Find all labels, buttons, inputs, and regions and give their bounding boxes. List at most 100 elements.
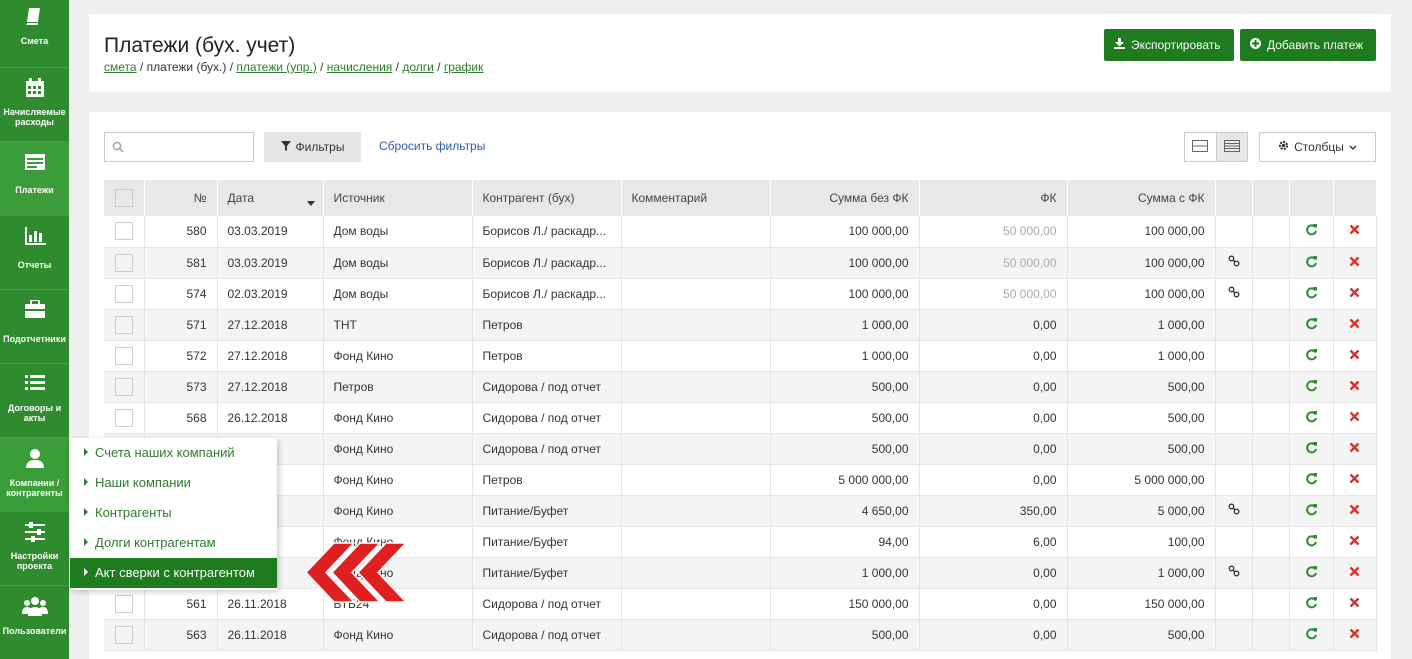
cell-source: Петров — [323, 371, 473, 403]
delete-icon[interactable] — [1349, 504, 1360, 518]
column-header-comment[interactable]: Комментарий — [621, 180, 771, 216]
columns-button[interactable]: Столбцы — [1259, 132, 1376, 162]
table-row[interactable]: 571 27.12.2018 ТНТ Петров 1 000,00 0,00 1 000,… — [104, 309, 1377, 341]
row-checkbox[interactable] — [104, 340, 145, 372]
breadcrumb-link-dolgi[interactable]: долги — [402, 60, 434, 74]
link-icon[interactable] — [1228, 565, 1240, 580]
submenu-item-accounts[interactable]: Счета наших компаний — [70, 438, 277, 468]
delete-icon[interactable] — [1349, 224, 1360, 238]
delete-icon[interactable] — [1349, 349, 1360, 363]
submenu-item-counterparties[interactable]: Контрагенты — [70, 498, 277, 528]
delete-icon[interactable] — [1349, 380, 1360, 394]
row-checkbox[interactable] — [104, 247, 145, 279]
sidebar-item-platezhi[interactable]: Платежи — [0, 142, 69, 216]
refresh-icon[interactable] — [1305, 317, 1318, 333]
refresh-icon[interactable] — [1305, 503, 1318, 519]
refresh-icon[interactable] — [1305, 348, 1318, 364]
table-row[interactable]: 580 03.03.2019 Дом воды Борисов Л./ раскадр… — [104, 216, 1377, 248]
row-checkbox[interactable] — [104, 371, 145, 403]
sidebar-item-otchety[interactable]: Отчеты — [0, 216, 69, 290]
refresh-icon[interactable] — [1305, 534, 1318, 550]
table-row[interactable]: 572 27.12.2018 Фонд Кино Петров 1 000,00 0,00… — [104, 340, 1377, 372]
row-checkbox[interactable] — [104, 588, 145, 620]
cell-counterparty: Сидорова / под отчет — [472, 619, 622, 651]
column-header-fk[interactable]: ФК — [919, 180, 1068, 216]
sidebar-item-nastroyki[interactable]: Настройки проекта — [0, 512, 69, 586]
refresh-icon[interactable] — [1305, 224, 1318, 239]
breadcrumb-link-smeta[interactable]: смета — [104, 60, 137, 74]
column-header-counterparty[interactable]: Контрагент (бух) — [472, 180, 622, 216]
refresh-icon[interactable] — [1305, 379, 1318, 395]
table-row[interactable]: 568 26.12.2018 Фонд Кино Сидорова / под отч… — [104, 402, 1377, 434]
cell-link[interactable] — [1215, 495, 1253, 527]
cell-delete — [1333, 619, 1377, 651]
delete-icon[interactable] — [1349, 318, 1360, 332]
refresh-icon[interactable] — [1305, 565, 1318, 581]
row-checkbox[interactable] — [104, 619, 145, 651]
search-input[interactable] — [104, 132, 254, 162]
submenu-item-reconciliation[interactable]: Акт сверки с контрагентом — [70, 558, 277, 588]
refresh-icon[interactable] — [1305, 441, 1318, 457]
row-checkbox[interactable] — [104, 402, 145, 434]
table-row[interactable]: 18Фонд КиноПитание/Буфет4 650,00350,005 … — [104, 495, 1377, 527]
breadcrumb-link-nachisleniya[interactable]: начисления — [327, 60, 393, 74]
delete-icon[interactable] — [1349, 287, 1360, 301]
delete-icon[interactable] — [1349, 442, 1360, 456]
table-row[interactable]: 18Фонд КиноСидорова / под отчет500,000,0… — [104, 433, 1377, 465]
delete-icon[interactable] — [1349, 256, 1360, 270]
sidebar-item-kompanii[interactable]: Компании / контрагенты — [0, 438, 69, 512]
cell-fk: 0,00 — [919, 588, 1068, 620]
column-header-date[interactable]: Дата — [217, 180, 324, 216]
table-row[interactable]: 573 27.12.2018 Петров Сидорова / под отчет 5… — [104, 371, 1377, 403]
cell-link[interactable] — [1215, 278, 1253, 310]
breadcrumb-link-grafik[interactable]: график — [444, 60, 484, 74]
table-row[interactable]: 574 02.03.2019 Дом воды Борисов Л./ раскадр… — [104, 278, 1377, 310]
table-row[interactable]: 18Фонд КиноПетров5 000 000,000,005 000 0… — [104, 464, 1377, 496]
sidebar-item-smeta[interactable]: Смета — [0, 0, 69, 68]
refresh-icon[interactable] — [1305, 255, 1318, 271]
link-icon[interactable] — [1228, 503, 1240, 518]
delete-icon[interactable] — [1349, 473, 1360, 487]
table-row[interactable]: 18Фонд КиноПитание/Буфет94,006,00100,00 — [104, 526, 1377, 558]
refresh-icon[interactable] — [1305, 286, 1318, 302]
delete-icon[interactable] — [1349, 566, 1360, 580]
refresh-icon[interactable] — [1305, 472, 1318, 488]
select-all-checkbox[interactable] — [104, 180, 145, 216]
view-compact-button[interactable] — [1185, 133, 1216, 161]
table-row[interactable]: 581 03.03.2019 Дом воды Борисов Л./ раскадр… — [104, 247, 1377, 279]
reset-filters-link[interactable]: Сбросить фильтры — [379, 139, 485, 153]
cell-empty — [1252, 588, 1290, 620]
row-checkbox[interactable] — [104, 309, 145, 341]
row-checkbox[interactable] — [104, 278, 145, 310]
table-row[interactable]: 561 26.11.2018 ВТБ24 Сидорова / под отчет 15… — [104, 588, 1377, 620]
cell-link[interactable] — [1215, 247, 1253, 279]
column-header-source[interactable]: Источник — [323, 180, 473, 216]
column-header-number[interactable]: № — [144, 180, 218, 216]
filters-button[interactable]: Фильтры — [264, 132, 361, 162]
add-payment-button[interactable]: Добавить платеж — [1240, 29, 1376, 61]
refresh-icon[interactable] — [1305, 410, 1318, 426]
refresh-icon[interactable] — [1305, 596, 1318, 612]
sidebar-item-polzovateli[interactable]: Пользователи — [0, 586, 69, 659]
submenu-item-debts[interactable]: Долги контрагентам — [70, 528, 277, 558]
refresh-icon[interactable] — [1305, 627, 1318, 643]
row-checkbox[interactable] — [104, 216, 145, 248]
column-header-sum-without-fk[interactable]: Сумма без ФК — [770, 180, 920, 216]
submenu-item-our-companies[interactable]: Наши компании — [70, 468, 277, 498]
sidebar-item-nachislyaemye[interactable]: Начисляемые расходы — [0, 68, 69, 142]
delete-icon[interactable] — [1349, 628, 1360, 642]
table-row[interactable]: 18Фонд КиноПитание/Буфет1 000,000,001 00… — [104, 557, 1377, 589]
delete-icon[interactable] — [1349, 411, 1360, 425]
delete-icon[interactable] — [1349, 535, 1360, 549]
export-button[interactable]: Экспортировать — [1104, 29, 1234, 61]
link-icon[interactable] — [1228, 286, 1240, 301]
table-row[interactable]: 563 26.11.2018 Фонд Кино Сидорова / под отч… — [104, 619, 1377, 651]
view-dense-button[interactable] — [1215, 133, 1247, 161]
link-icon[interactable] — [1228, 255, 1240, 270]
sidebar-item-dogovory[interactable]: Договоры и акты — [0, 364, 69, 438]
delete-icon[interactable] — [1349, 597, 1360, 611]
column-header-sum-with-fk[interactable]: Сумма с ФК — [1067, 180, 1216, 216]
sidebar-item-podotchetniki[interactable]: Подотчетники — [0, 290, 69, 364]
cell-link[interactable] — [1215, 557, 1253, 589]
breadcrumb-link-upr[interactable]: платежи (упр.) — [236, 60, 316, 74]
